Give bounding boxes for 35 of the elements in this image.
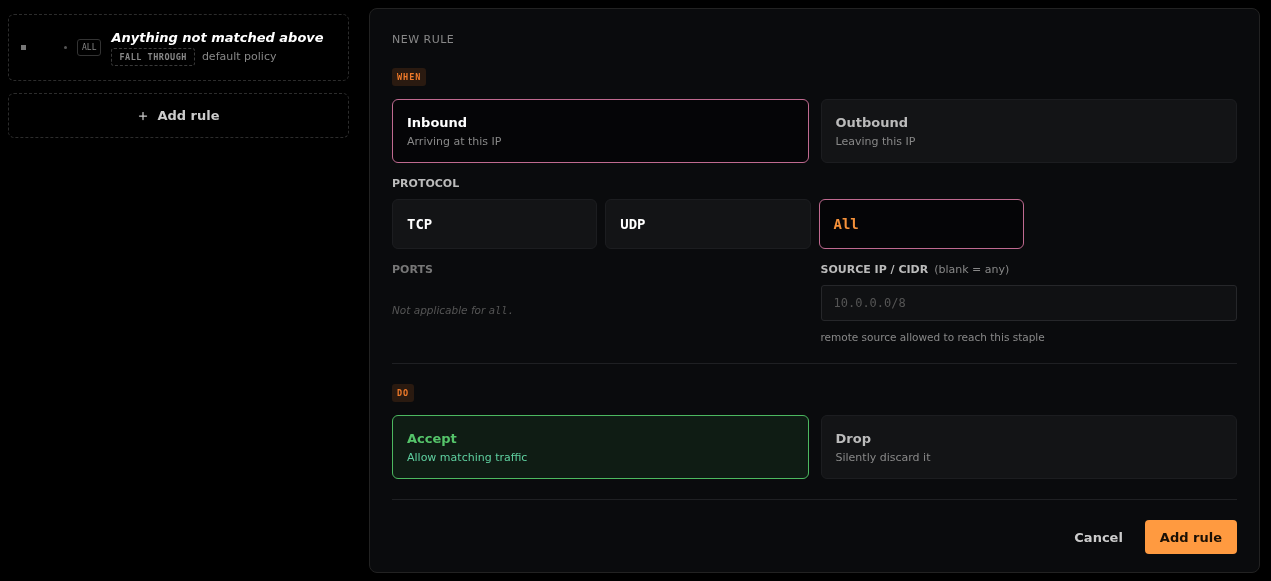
field-help: remote source allowed to reach this staple: [820, 331, 1046, 343]
protocol-option[interactable]: TCP: [392, 199, 598, 249]
add-rule-button[interactable]: Add rule: [8, 93, 349, 138]
section-label: PROTOCOL: [392, 177, 461, 190]
ports-note: Not applicable for all.: [392, 304, 515, 316]
section-badge: WHEN: [392, 68, 427, 86]
option-description: Allow matching traffic: [407, 450, 529, 464]
add-rule-button[interactable]: Add rule: [1144, 520, 1237, 554]
option-card[interactable]: Drop Silently discard it: [820, 415, 1237, 479]
rule-title: Anything not matched above: [111, 29, 324, 45]
square-icon: [21, 45, 26, 50]
section-badge: DO: [392, 384, 415, 402]
option-card[interactable]: Inbound Arriving at this IP: [392, 99, 809, 163]
protocol-option[interactable]: All: [818, 199, 1024, 249]
source-ip-field[interactable]: 10.0.0.0/8: [820, 285, 1237, 321]
plus-icon: [137, 109, 150, 122]
rule-card[interactable]: ALL Anything not matched above FALL THROUGH default policy: [8, 14, 349, 81]
option-title: Inbound: [407, 114, 469, 130]
option-title: Drop: [835, 430, 872, 446]
option-card[interactable]: Outbound Leaving this IP: [820, 99, 1237, 163]
section-label: SOURCE IP / CIDR (blank = any): [820, 263, 1011, 276]
option-description: Silently discard it: [835, 450, 932, 464]
option-card[interactable]: Accept Allow matching traffic: [392, 415, 809, 479]
option-title: Outbound: [835, 114, 910, 130]
option-description: Arriving at this IP: [407, 134, 503, 148]
option-description: Leaving this IP: [835, 134, 917, 148]
protocol-option[interactable]: UDP: [605, 199, 811, 249]
panel-title: NEW RULE: [392, 33, 456, 46]
section-label: PORTS: [392, 263, 434, 276]
action-badge: FALL THROUGH: [111, 47, 195, 66]
option-title: Accept: [407, 430, 458, 446]
dot-icon: [64, 46, 67, 49]
scope-badge: ALL: [77, 39, 102, 56]
cancel-button[interactable]: Cancel: [1066, 521, 1131, 553]
rule-note: default policy: [201, 50, 277, 63]
